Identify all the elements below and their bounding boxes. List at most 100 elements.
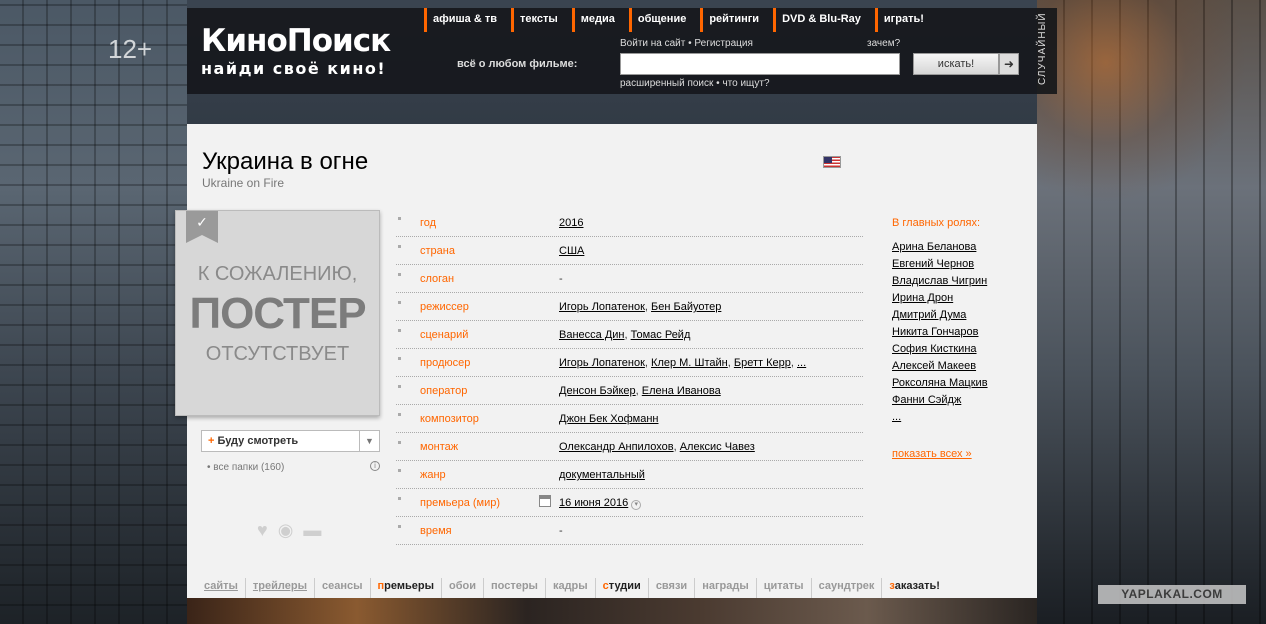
nav-item[interactable]: играть!: [874, 8, 938, 32]
info-link[interactable]: Игорь Лопатенок: [559, 357, 645, 369]
cast-actor-link[interactable]: Арина Беланова: [892, 241, 976, 253]
cast-actor-link[interactable]: Евгений Чернов: [892, 258, 974, 270]
info-link[interactable]: США: [559, 245, 584, 257]
age-rating: 12+: [108, 34, 153, 64]
info-label: продюсер: [420, 357, 471, 369]
nav-item[interactable]: рейтинги: [700, 8, 773, 32]
tab-item[interactable]: заказать!: [882, 578, 946, 598]
info-row: жанр документальный: [396, 461, 863, 489]
will-watch-dropdown[interactable]: + Буду смотреть ▼: [201, 430, 380, 452]
info-row: продюсер Игорь Лопатенок, Клер М. Штайн, …: [396, 349, 863, 377]
chevron-down-icon[interactable]: ▼: [359, 431, 379, 451]
cast-heading: В главных ролях:: [892, 217, 981, 229]
info-label: слоган: [420, 273, 455, 285]
cast-actor-link[interactable]: ...: [892, 411, 901, 423]
info-link[interactable]: Томас Рейд: [631, 329, 691, 341]
info-link[interactable]: ...: [797, 357, 806, 369]
site-logo[interactable]: КиноПоиск: [201, 24, 391, 58]
info-link[interactable]: 2016: [559, 217, 583, 229]
info-icon[interactable]: i: [370, 461, 380, 471]
bullet-icon: [398, 525, 401, 528]
poster-text-line3: ОТСУТСТВУЕТ: [205, 343, 350, 365]
comment-icon[interactable]: ▬: [303, 520, 321, 541]
tab-item[interactable]: студии: [596, 578, 649, 598]
cast-actor-link[interactable]: Алексей Макеев: [892, 360, 976, 372]
info-row: монтаж Олександр Анпилохов, Алексис Чавез: [396, 433, 863, 461]
info-value: Игорь Лопатенок, Бен Байуотер: [559, 301, 722, 313]
info-label: страна: [420, 245, 455, 257]
tab-item[interactable]: обои: [442, 578, 484, 598]
login-register-links[interactable]: Войти на сайт • Регистрация: [620, 38, 753, 49]
why-link[interactable]: зачем?: [867, 38, 900, 49]
info-link[interactable]: Елена Иванова: [642, 385, 721, 397]
info-link[interactable]: Джон Бек Хофманн: [559, 413, 658, 425]
tab-item[interactable]: связи: [649, 578, 696, 598]
cast-actor-link[interactable]: Ирина Дрон: [892, 292, 953, 304]
all-folders-link[interactable]: • все папки (160): [207, 462, 284, 473]
bullet-icon: [398, 273, 401, 276]
search-button[interactable]: искать!: [913, 53, 999, 75]
info-label: жанр: [420, 469, 446, 481]
arrow-right-icon[interactable]: ➜: [999, 53, 1019, 75]
info-label: монтаж: [420, 441, 459, 453]
tab-item[interactable]: трейлеры: [246, 578, 315, 598]
site-slogan: найди своё кино!: [201, 59, 387, 78]
tab-item[interactable]: сеансы: [315, 578, 371, 598]
tab-item[interactable]: саундтрек: [812, 578, 883, 598]
info-link[interactable]: Клер М. Штайн: [651, 357, 728, 369]
cast-actor-link[interactable]: Никита Гончаров: [892, 326, 978, 338]
info-text: -: [559, 525, 563, 537]
info-link[interactable]: 16 июня 2016: [559, 497, 628, 509]
search-tagline: всё о любом фильме:: [457, 58, 578, 70]
heart-icon[interactable]: ♥: [257, 520, 268, 541]
info-link[interactable]: Денсон Бэйкер: [559, 385, 636, 397]
info-link[interactable]: Бен Байуотер: [651, 301, 721, 313]
eye-icon[interactable]: ◉: [278, 520, 294, 541]
info-row: композитор Джон Бек Хофманн: [396, 405, 863, 433]
info-link[interactable]: Ванесса Дин: [559, 329, 625, 341]
chevron-down-icon[interactable]: ▾: [631, 500, 642, 510]
tab-item[interactable]: награды: [695, 578, 757, 598]
cast-actor-link[interactable]: Роксоляна Мацкив: [892, 377, 988, 389]
advanced-search-link[interactable]: расширенный поиск • что ищут?: [620, 78, 770, 89]
info-link[interactable]: Алексис Чавез: [680, 441, 755, 453]
info-row: премьера (мир) 16 июня 2016 ▾: [396, 489, 863, 517]
info-link[interactable]: Игорь Лопатенок: [559, 301, 645, 313]
watermark: YAPLAKAL.COM: [1098, 585, 1246, 604]
nav-item[interactable]: общение: [628, 8, 700, 32]
info-value: -: [559, 525, 563, 537]
check-icon[interactable]: ✓: [186, 211, 218, 243]
nav-item[interactable]: афиша & тв: [424, 8, 511, 32]
info-link[interactable]: документальный: [559, 469, 645, 481]
cast-actor-link[interactable]: Дмитрий Дума: [892, 309, 966, 321]
info-value: 2016: [559, 217, 583, 229]
main-cast: В главных ролях: Арина Беланова Евгений Ч…: [892, 217, 988, 428]
bullet-icon: [398, 217, 401, 220]
tab-item[interactable]: постеры: [484, 578, 546, 598]
nav-item[interactable]: DVD & Blu-Ray: [773, 8, 875, 32]
nav-item[interactable]: медиа: [571, 8, 629, 32]
random-film-button[interactable]: СЛУЧАЙНЫЙ: [1037, 8, 1057, 94]
show-all-cast-link[interactable]: показать всех »: [892, 448, 972, 460]
background-left: [0, 0, 187, 624]
cast-actor-link[interactable]: София Кисткина: [892, 343, 977, 355]
film-info-table: год 2016 страна США слоган - режиссер Игорь Лоп…: [396, 209, 863, 545]
site-header: КиноПоиск найди своё кино! афиша & тв тек…: [187, 8, 1037, 94]
calendar-icon[interactable]: [539, 495, 551, 507]
tab-item[interactable]: сайты: [197, 578, 246, 598]
tab-item[interactable]: цитаты: [757, 578, 812, 598]
search-input[interactable]: [620, 53, 900, 75]
info-row: время -: [396, 517, 863, 545]
tab-item[interactable]: кадры: [546, 578, 596, 598]
main-nav: афиша & тв тексты медиа общение рейтинги DVD …: [424, 8, 938, 32]
tab-item[interactable]: премьеры: [371, 578, 442, 598]
info-link[interactable]: Олександр Анпилохов: [559, 441, 674, 453]
info-value: Джон Бек Хофманн: [559, 413, 658, 425]
bullet-icon: [398, 469, 401, 472]
cast-actor-link[interactable]: Фанни Сэйдж: [892, 394, 961, 406]
cast-actor-link[interactable]: Владислав Чигрин: [892, 275, 987, 287]
nav-item[interactable]: тексты: [511, 8, 572, 32]
info-value: США: [559, 245, 584, 257]
bullet-icon: [398, 357, 401, 360]
info-link[interactable]: Бретт Керр: [734, 357, 791, 369]
